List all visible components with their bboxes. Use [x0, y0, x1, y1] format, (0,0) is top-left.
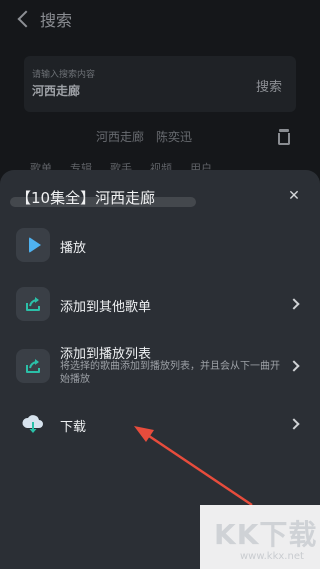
history-item[interactable]: 陈奕迅 — [156, 128, 192, 145]
close-button[interactable]: ✕ — [284, 186, 304, 206]
watermark: KK下载 www.kkx.net — [200, 505, 320, 569]
search-input[interactable]: 河西走廊 — [32, 82, 80, 99]
menu-item-description: 将选择的歌曲添加到播放列表，并且会从下一曲开始播放 — [60, 361, 280, 385]
chevron-right-icon — [288, 360, 300, 372]
sheet-title: 【10集全】河西走廊 — [16, 189, 156, 207]
share-arrow-icon — [16, 349, 50, 383]
menu-item-add-to-queue[interactable]: 添加到播放列表 将选择的歌曲添加到播放列表，并且会从下一曲开始播放 — [0, 346, 320, 386]
menu-item-label: 添加到其他歌单 — [60, 300, 152, 315]
search-box[interactable]: 请输入搜索内容 河西走廊 搜索 — [24, 56, 296, 112]
back-arrow-icon[interactable] — [17, 10, 35, 28]
search-placeholder: 请输入搜索内容 — [32, 70, 96, 80]
menu-item-label: 下载 — [60, 420, 87, 435]
share-arrow-icon — [16, 287, 50, 321]
history-item[interactable]: 河西走廊 — [96, 128, 144, 145]
close-icon: ✕ — [288, 188, 300, 204]
menu-item-add-to-playlist[interactable]: 添加到其他歌单 — [0, 287, 320, 321]
watermark-url: www.kkx.net — [240, 551, 304, 562]
search-button[interactable]: 搜索 — [256, 76, 282, 95]
search-history: 河西走廊 陈奕迅 — [96, 128, 192, 145]
menu-item-play[interactable]: 播放 — [0, 228, 320, 262]
search-header: 搜索 — [16, 8, 72, 30]
chevron-right-icon — [288, 418, 300, 430]
menu-item-download[interactable]: 下载 — [0, 407, 320, 441]
search-page-title: 搜索 — [40, 11, 73, 30]
menu-item-label: 播放 — [60, 241, 87, 256]
chevron-right-icon — [288, 298, 300, 310]
cloud-download-icon — [16, 407, 50, 441]
play-icon — [16, 228, 50, 262]
trash-icon[interactable] — [277, 129, 291, 145]
watermark-logo: KK下载 — [214, 518, 318, 551]
